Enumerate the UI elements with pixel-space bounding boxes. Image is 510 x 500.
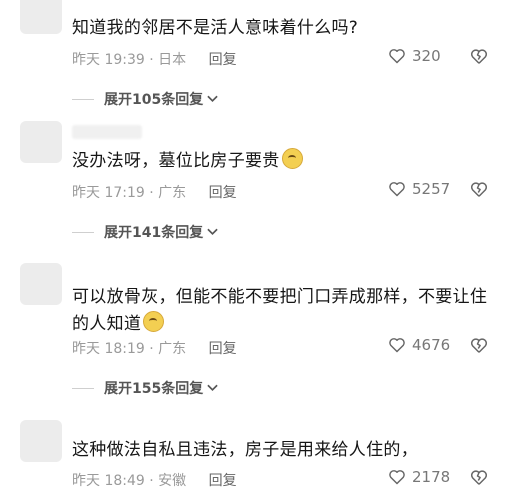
crying-face-emoji [281,148,303,169]
broken-heart-icon[interactable] [470,337,488,354]
like-button[interactable]: 4676 [388,336,458,354]
comment-meta: 昨天 18:49 · 安徽 回复 [72,470,237,490]
like-button[interactable]: 2178 [388,468,458,486]
comment-text: 可以放骨灰，但能不能不要把门口弄成那样，不要让住的人知道 [72,284,492,338]
like-button[interactable]: 5257 [388,180,458,198]
like-count: 320 [412,47,441,65]
comment-text-content: 可以放骨灰，但能不能不要把门口弄成那样，不要让住的人知道 [72,287,488,334]
comment-text: 这种做法自私且违法，房子是用来给人住的， [72,440,418,460]
divider-line [72,231,94,233]
like-count: 4676 [412,336,451,354]
like-count: 5257 [412,180,451,198]
comment-time-location: 昨天 18:49 · 安徽 [72,473,187,489]
broken-heart-icon[interactable] [470,48,488,65]
expand-replies-label: 展开141条回复 [104,225,204,241]
avatar[interactable] [20,0,62,34]
avatar[interactable] [20,121,62,163]
expand-replies-button[interactable]: 展开105条回复 [72,89,218,109]
reply-button[interactable]: 回复 [209,341,237,357]
broken-heart-icon[interactable] [470,181,488,198]
divider-line [72,98,94,100]
comment-text: 没办法呀，墓位比房子要贵 [72,148,492,175]
heart-outline-icon [389,182,405,197]
chevron-down-icon [207,384,218,392]
chevron-down-icon [207,95,218,103]
heart-outline-icon [389,470,405,485]
comment-meta: 昨天 18:19 · 广东 回复 [72,338,237,358]
comment-time-location: 昨天 17:19 · 广东 [72,185,187,201]
comment-time-location: 昨天 19:39 · 日本 [72,52,187,68]
comment-text: 知道我的邻居不是活人意味着什么吗? [72,18,359,38]
broken-heart-icon[interactable] [470,469,488,486]
heart-outline-icon [389,49,405,64]
expand-replies-label: 展开105条回复 [104,92,204,108]
avatar[interactable] [20,263,62,305]
comment-meta: 昨天 17:19 · 广东 回复 [72,182,237,202]
comment-meta: 昨天 19:39 · 日本 回复 [72,49,237,69]
divider-line [72,387,94,389]
reply-button[interactable]: 回复 [209,185,237,201]
avatar[interactable] [20,420,62,462]
expand-replies-button[interactable]: 展开155条回复 [72,378,218,398]
expand-replies-button[interactable]: 展开141条回复 [72,222,218,242]
comment-text-content: 没办法呀，墓位比房子要贵 [72,151,280,171]
chevron-down-icon [207,228,218,236]
expand-replies-label: 展开155条回复 [104,381,204,397]
crying-face-emoji [143,311,165,332]
reply-button[interactable]: 回复 [209,473,237,489]
comment-time-location: 昨天 18:19 · 广东 [72,341,187,357]
reply-button[interactable]: 回复 [209,52,237,68]
like-button[interactable]: 320 [388,47,458,65]
heart-outline-icon [389,338,405,353]
username-redacted [72,125,142,139]
like-count: 2178 [412,468,451,486]
